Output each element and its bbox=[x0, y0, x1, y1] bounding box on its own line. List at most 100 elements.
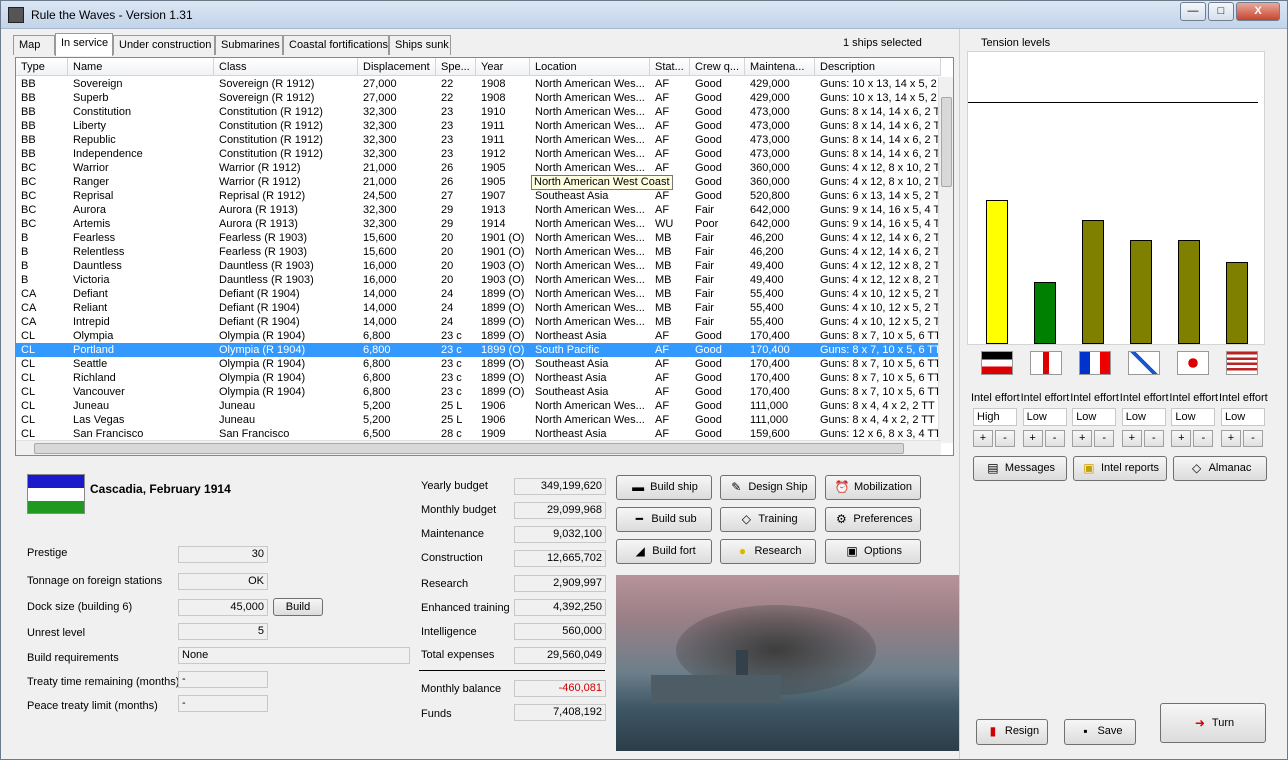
intel-decrease-button[interactable]: - bbox=[1044, 430, 1065, 447]
german-flag-icon[interactable] bbox=[981, 351, 1013, 375]
table-row[interactable]: BB Constitution Constitution (R 1912) 32,30… bbox=[16, 105, 941, 119]
column-header[interactable]: Spe... bbox=[436, 58, 476, 76]
british-flag-icon[interactable] bbox=[1030, 351, 1062, 375]
table-row[interactable]: BC Warrior Warrior (R 1912) 21,000 26 1905 Nor… bbox=[16, 161, 941, 175]
intel-effort-value[interactable]: Low bbox=[1022, 408, 1067, 426]
table-row[interactable]: CL Las Vegas Juneau 5,200 25 L 1906 North Amer… bbox=[16, 413, 941, 427]
table-row[interactable]: CL Portland Olympia (R 1904) 6,800 23 c 1899 … bbox=[16, 343, 941, 357]
research-button[interactable]: ● Research bbox=[720, 539, 816, 564]
russian-flag-icon[interactable] bbox=[1128, 351, 1160, 375]
close-button[interactable]: X bbox=[1236, 2, 1280, 21]
intel-increase-button[interactable]: + bbox=[1022, 430, 1043, 447]
table-cell: BB bbox=[21, 148, 36, 160]
table-cell: Portland bbox=[73, 344, 114, 356]
intel-effort-value[interactable]: Low bbox=[1121, 408, 1166, 426]
us-flag-icon[interactable] bbox=[1226, 351, 1258, 375]
intel-increase-button[interactable]: + bbox=[1121, 430, 1142, 447]
table-row[interactable]: CL Juneau Juneau 5,200 25 L 1906 North America… bbox=[16, 399, 941, 413]
table-row[interactable]: BB Liberty Constitution (R 1912) 32,300 23 19… bbox=[16, 119, 941, 133]
column-header[interactable]: Description bbox=[815, 58, 941, 76]
tab-coastal-fortifications[interactable]: Coastal fortifications bbox=[283, 35, 389, 55]
save-button[interactable]: ▪ Save bbox=[1064, 719, 1136, 745]
column-header[interactable]: Crew q... bbox=[690, 58, 745, 76]
column-header[interactable]: Class bbox=[214, 58, 358, 76]
maximize-button[interactable]: □ bbox=[1208, 2, 1234, 21]
table-row[interactable]: B Dauntless Dauntless (R 1903) 16,000 20 1903… bbox=[16, 259, 941, 273]
vertical-scrollbar[interactable] bbox=[938, 77, 953, 443]
french-flag-icon[interactable] bbox=[1079, 351, 1111, 375]
scroll-thumb[interactable] bbox=[941, 97, 952, 187]
column-header[interactable]: Year bbox=[476, 58, 530, 76]
intel-decrease-button[interactable]: - bbox=[1193, 430, 1214, 447]
hscroll-thumb[interactable] bbox=[34, 443, 904, 454]
intel-effort-value[interactable]: Low bbox=[1171, 408, 1216, 426]
column-header[interactable]: Maintena... bbox=[745, 58, 815, 76]
tab-under-construction[interactable]: Under construction bbox=[113, 35, 215, 55]
minimize-button[interactable]: — bbox=[1180, 2, 1206, 21]
column-header[interactable]: Name bbox=[68, 58, 214, 76]
table-row[interactable]: CL Vancouver Olympia (R 1904) 6,800 23 c 1899… bbox=[16, 385, 941, 399]
intel-reports-button[interactable]: ▣ Intel reports bbox=[1073, 456, 1167, 481]
intel-effort-value[interactable]: Low bbox=[1072, 408, 1117, 426]
tab-ships-sunk[interactable]: Ships sunk bbox=[389, 35, 451, 55]
intel-decrease-button[interactable]: - bbox=[995, 430, 1015, 447]
table-row[interactable]: BC Artemis Aurora (R 1913) 32,300 29 1914 Nort… bbox=[16, 217, 941, 231]
table-row[interactable]: BC Aurora Aurora (R 1913) 32,300 29 1913 North… bbox=[16, 203, 941, 217]
table-cell: Guns: 8 x 7, 10 x 5, 6 TT bbox=[820, 358, 940, 370]
tab-in-service[interactable]: In service bbox=[55, 33, 113, 56]
mobilization-button[interactable]: ⏰ Mobilization bbox=[825, 475, 921, 500]
table-cell: 29 bbox=[441, 204, 454, 216]
training-button[interactable]: ◇ Training bbox=[720, 507, 816, 532]
table-row[interactable]: CL Richland Olympia (R 1904) 6,800 23 c 1899 … bbox=[16, 371, 941, 385]
intel-decrease-button[interactable]: - bbox=[1143, 430, 1164, 447]
table-row[interactable]: CA Reliant Defiant (R 1904) 14,000 24 1899 (O… bbox=[16, 301, 941, 315]
column-header[interactable]: Location bbox=[530, 58, 650, 76]
table-row[interactable]: CL Olympia Olympia (R 1904) 6,800 23 c 1899 (… bbox=[16, 329, 941, 343]
table-row[interactable]: B Victoria Dauntless (R 1903) 16,000 20 1903 … bbox=[16, 273, 941, 287]
table-row[interactable]: CL Seattle Olympia (R 1904) 6,800 23 c 1899 (… bbox=[16, 357, 941, 371]
japanese-flag-icon[interactable] bbox=[1177, 351, 1209, 375]
intel-increase-button[interactable]: + bbox=[973, 430, 993, 447]
dock-build-button[interactable]: Build bbox=[273, 598, 323, 616]
table-row[interactable]: CL San Francisco San Francisco 6,500 28 c 190… bbox=[16, 427, 941, 441]
preferences-button[interactable]: ⚙ Preferences bbox=[825, 507, 921, 532]
ship-table[interactable]: Type Name Class Displacement Spe... Year Locat… bbox=[15, 57, 954, 456]
tab-map[interactable]: Map bbox=[13, 35, 55, 55]
build-sub-button[interactable]: ━ Build sub bbox=[616, 507, 712, 532]
intel-effort-value[interactable]: High bbox=[973, 408, 1017, 426]
table-row[interactable]: BC Reprisal Reprisal (R 1912) 24,500 27 1907 S… bbox=[16, 189, 941, 203]
table-row[interactable]: BB Independence Constitution (R 1912) 32,30… bbox=[16, 147, 941, 161]
table-cell: 14,000 bbox=[363, 316, 397, 328]
column-header[interactable]: Displacement bbox=[358, 58, 436, 76]
tab-submarines[interactable]: Submarines bbox=[215, 35, 283, 55]
table-row[interactable]: B Fearless Fearless (R 1903) 15,600 20 1901 (… bbox=[16, 231, 941, 245]
horizontal-scrollbar[interactable] bbox=[16, 440, 941, 455]
table-row[interactable]: CA Intrepid Defiant (R 1904) 14,000 24 1899 (… bbox=[16, 315, 941, 329]
almanac-button[interactable]: ◇ Almanac bbox=[1173, 456, 1267, 481]
options-button[interactable]: ▣ Options bbox=[825, 539, 921, 564]
resign-button[interactable]: ▮ Resign bbox=[976, 719, 1048, 745]
messages-icon: ▤ bbox=[987, 461, 999, 476]
design-ship-button[interactable]: ✎ Design Ship bbox=[720, 475, 816, 500]
intel-decrease-button[interactable]: - bbox=[1094, 430, 1115, 447]
table-row[interactable]: BB Superb Sovereign (R 1912) 27,000 22 1908 No… bbox=[16, 91, 941, 105]
table-cell: 26 bbox=[441, 176, 454, 188]
table-row[interactable]: BB Republic Constitution (R 1912) 32,300 23 1… bbox=[16, 133, 941, 147]
messages-button[interactable]: ▤ Messages bbox=[973, 456, 1067, 481]
table-row[interactable]: B Relentless Fearless (R 1903) 15,600 20 1901… bbox=[16, 245, 941, 259]
column-header[interactable]: Stat... bbox=[650, 58, 690, 76]
intel-effort-value[interactable]: Low bbox=[1221, 408, 1265, 426]
training-cost-value: 4,392,250 bbox=[514, 599, 606, 616]
table-row[interactable]: CA Defiant Defiant (R 1904) 14,000 24 1899 (O… bbox=[16, 287, 941, 301]
table-row[interactable]: BB Sovereign Sovereign (R 1912) 27,000 22 190… bbox=[16, 77, 941, 91]
column-header[interactable]: Type bbox=[16, 58, 68, 76]
build-fort-button[interactable]: ◢ Build fort bbox=[616, 539, 712, 564]
build-ship-button[interactable]: ▬ Build ship bbox=[616, 475, 712, 500]
turn-button[interactable]: ➜ Turn bbox=[1160, 703, 1266, 743]
table-cell: 170,400 bbox=[750, 330, 790, 342]
table-row[interactable]: BC Ranger Warrior (R 1912) 21,000 26 1905 Nort… bbox=[16, 175, 941, 189]
intel-increase-button[interactable]: + bbox=[1072, 430, 1093, 447]
intel-increase-button[interactable]: + bbox=[1171, 430, 1192, 447]
intel-increase-button[interactable]: + bbox=[1221, 430, 1241, 447]
intel-decrease-button[interactable]: - bbox=[1243, 430, 1263, 447]
